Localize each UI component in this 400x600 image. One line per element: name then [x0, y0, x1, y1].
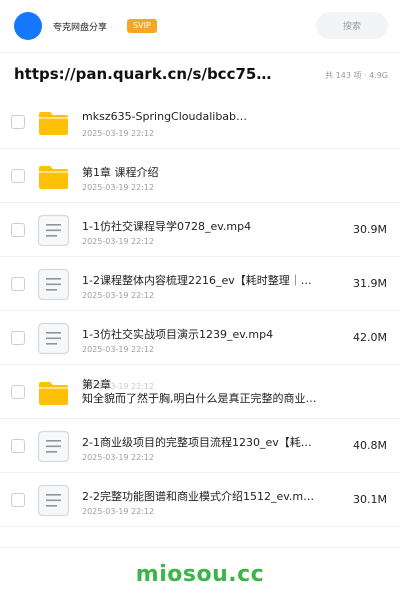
file-row[interactable]: 2-1商业级项目的完整项目流程1230_ev【耗时… 2025-03-19 22:… [0, 419, 400, 473]
folder-icon [37, 106, 70, 139]
row-checkbox[interactable] [11, 277, 25, 291]
file-name[interactable]: 第2章 知全貌而了然于胸,明白什么是真正完整的商业… [82, 378, 322, 410]
folder-icon [37, 376, 70, 409]
document-icon [37, 268, 70, 301]
share-owner-name: 夸克网盘分享 [53, 22, 108, 33]
file-name[interactable]: 1-3仿社交实战项目演示1239_ev.mp4 [82, 326, 322, 342]
file-size: 42.0M [353, 331, 387, 344]
document-icon [37, 214, 70, 247]
file-size: 30.1M [353, 493, 387, 506]
share-url-title: https://pan.quark.cn/s/bcc759c3… [14, 65, 276, 83]
row-checkbox[interactable] [11, 385, 25, 399]
file-row[interactable]: 1-3仿社交实战项目演示1239_ev.mp4 2025-03-19 22:12 4… [0, 311, 400, 365]
document-icon [37, 484, 70, 517]
file-name[interactable]: 1-2课程整体内容梳理2216_ev【耗时整理｜免… [82, 272, 322, 288]
file-row[interactable]: mksz635-SpringCloudalibab… 2025-03-19 22:… [0, 95, 400, 149]
watermark: miosou.cc [135, 562, 265, 587]
share-title-row: https://pan.quark.cn/s/bcc759c3… 共 143 项… [0, 53, 400, 95]
avatar[interactable] [14, 12, 42, 40]
footer-divider [0, 547, 400, 548]
file-row[interactable]: 2025-03-19 22:12 第2章 知全貌而了然于胸,明白什么是真正完整的商业… [0, 365, 400, 419]
row-checkbox[interactable] [11, 493, 25, 507]
row-checkbox[interactable] [11, 115, 25, 129]
file-date: 2025-03-19 22:12 [82, 129, 155, 138]
file-name[interactable]: mksz635-SpringCloudalibab… [82, 110, 322, 123]
row-checkbox[interactable] [11, 331, 25, 345]
share-url-text: https://pan.quark.cn/s/bcc759c3… [14, 65, 276, 83]
file-size: 40.8M [353, 439, 387, 452]
document-icon [37, 322, 70, 355]
row-checkbox[interactable] [11, 169, 25, 183]
file-date: 2025-03-19 22:12 [82, 345, 155, 354]
share-meta: 共 143 项 · 4.9G [325, 71, 388, 80]
file-name[interactable]: 2-2完整功能图谱和商业模式介绍1512_ev.m… [82, 488, 322, 504]
file-date: 2025-03-19 22:12 [82, 291, 155, 300]
svip-badge: SVIP [127, 19, 157, 33]
document-icon [37, 430, 70, 463]
file-date: 2025-03-19 22:12 [82, 183, 155, 192]
file-row[interactable]: 2-2完整功能图谱和商业模式介绍1512_ev.m… 2025-03-19 22:… [0, 473, 400, 527]
file-name[interactable]: 第1章 课程介绍 [82, 164, 322, 180]
row-checkbox[interactable] [11, 439, 25, 453]
file-date: 2025-03-19 22:12 [82, 237, 155, 246]
row-checkbox[interactable] [11, 223, 25, 237]
file-name[interactable]: 1-1仿社交课程导学0728_ev.mp4 [82, 218, 322, 234]
file-date: 2025-03-19 22:12 [82, 507, 155, 516]
file-size: 31.9M [353, 277, 387, 290]
file-name[interactable]: 2-1商业级项目的完整项目流程1230_ev【耗时… [82, 434, 322, 450]
file-row[interactable]: 1-2课程整体内容梳理2216_ev【耗时整理｜免… 2025-03-19 22:… [0, 257, 400, 311]
folder-icon [37, 160, 70, 193]
file-date: 2025-03-19 22:12 [82, 453, 155, 462]
file-row[interactable]: 1-1仿社交课程导学0728_ev.mp4 2025-03-19 22:12 30.… [0, 203, 400, 257]
file-size: 30.9M [353, 223, 387, 236]
search-input[interactable]: 搜索 [316, 12, 388, 39]
file-row[interactable]: 第1章 课程介绍 2025-03-19 22:12 [0, 149, 400, 203]
